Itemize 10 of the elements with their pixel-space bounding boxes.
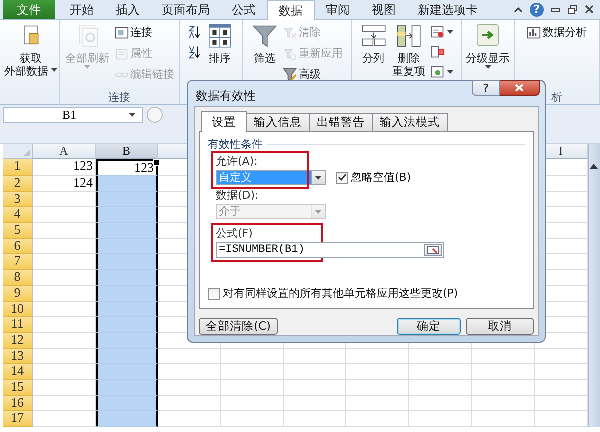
- field-label: 允许(A):: [216, 154, 259, 169]
- group-label: 连接: [108, 90, 132, 104]
- field-label: 公式(F): [216, 226, 254, 241]
- checkbox-label: 忽略空值(B): [351, 170, 412, 185]
- field-label: 数据(D):: [216, 188, 260, 203]
- checkbox-label: 对有同样设置的所有其他单元格应用这些更改(P): [223, 286, 458, 301]
- group-label: 析: [550, 90, 564, 104]
- table-cell: 123: [96, 159, 158, 176]
- dialog-title: 数据有效性: [195, 88, 257, 105]
- section-title: 有效性条件: [208, 137, 263, 152]
